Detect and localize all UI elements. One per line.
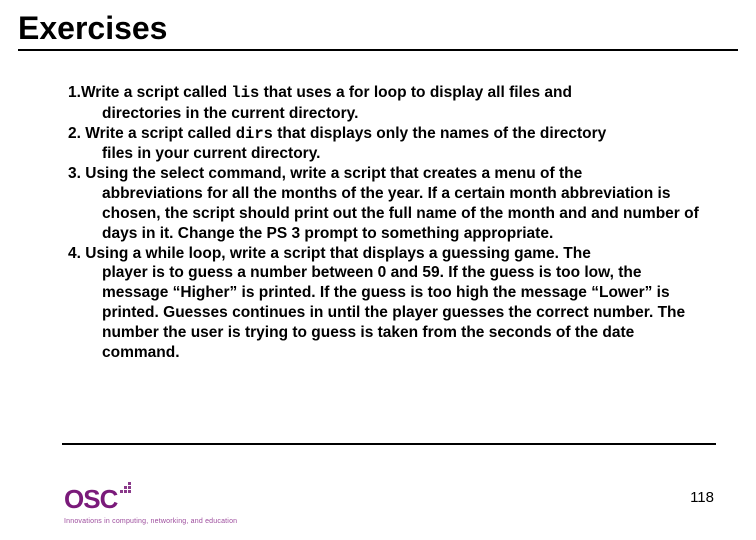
item-number: 1. <box>68 84 81 101</box>
item-continuation: files in your current directory. <box>68 144 710 164</box>
logo-text: OSC <box>64 486 117 512</box>
item-text: Write a script called lis that uses a fo… <box>81 84 572 101</box>
code-token: lis <box>231 84 259 102</box>
item-text: Write a script called dirs that displays… <box>81 125 606 142</box>
page-number: 118 <box>690 489 714 506</box>
item-continuation: directories in the current directory. <box>68 104 710 124</box>
item-number: 2. <box>68 125 81 142</box>
exercise-item: 2. Write a script called dirs that displ… <box>68 124 710 165</box>
footer-rule <box>62 443 716 445</box>
slide: Exercises 1.Write a script called lis th… <box>0 0 756 540</box>
exercise-item: 3. Using the select command, write a scr… <box>68 164 710 243</box>
item-continuation: player is to guess a number between 0 an… <box>68 263 710 362</box>
exercise-item: 1.Write a script called lis that uses a … <box>68 83 710 124</box>
item-text: Using a while loop, write a script that … <box>81 245 591 262</box>
content: 1.Write a script called lis that uses a … <box>18 53 738 363</box>
item-number: 4. <box>68 245 81 262</box>
logo-dots-icon <box>120 482 134 501</box>
item-text: Using the select command, write a script… <box>81 165 582 182</box>
item-number: 3. <box>68 165 81 182</box>
page-title: Exercises <box>18 10 738 47</box>
code-token: dirs <box>236 125 273 143</box>
exercise-item: 4. Using a while loop, write a script th… <box>68 244 710 363</box>
title-rule <box>18 49 738 51</box>
item-continuation: abbreviations for all the months of the … <box>68 184 710 243</box>
logo: OSC <box>64 486 134 512</box>
logo-tagline: Innovations in computing, networking, an… <box>64 518 237 525</box>
title-block: Exercises <box>18 10 738 51</box>
